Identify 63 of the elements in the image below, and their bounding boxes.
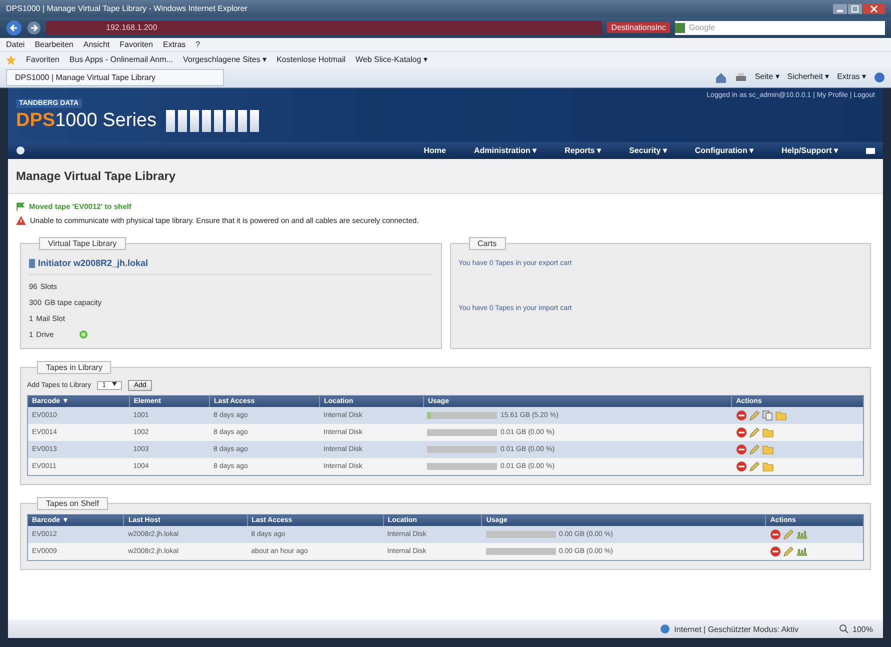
warning-icon bbox=[16, 216, 26, 225]
ok-status-icon bbox=[78, 330, 88, 339]
pencil-icon[interactable] bbox=[782, 529, 794, 540]
zoom-level[interactable]: 100% bbox=[852, 624, 873, 634]
pencil-icon[interactable] bbox=[748, 461, 760, 472]
folder-icon[interactable] bbox=[762, 427, 774, 438]
back-icon[interactable] bbox=[6, 20, 22, 36]
delete-icon[interactable] bbox=[736, 461, 747, 472]
pencil-icon[interactable] bbox=[748, 410, 760, 421]
search-provider[interactable]: DestinationsInc bbox=[607, 22, 670, 33]
delete-icon[interactable] bbox=[770, 529, 781, 540]
address-bar[interactable]: 192.168.1.200 bbox=[46, 20, 602, 34]
pencil-icon[interactable] bbox=[748, 427, 760, 438]
browser-tab[interactable]: DPS1000 | Manage Virtual Tape Library bbox=[6, 68, 224, 86]
panel-legend: Tapes on Shelf bbox=[37, 497, 108, 510]
menu-item[interactable]: Datei bbox=[6, 40, 25, 49]
product-name: DPS1000 Series bbox=[16, 110, 156, 132]
maximize-icon[interactable] bbox=[848, 4, 862, 14]
page-title: Manage Virtual Tape Library bbox=[8, 159, 883, 194]
minimize-icon[interactable] bbox=[833, 4, 847, 14]
home-icon[interactable] bbox=[714, 72, 727, 82]
favorites-link[interactable]: Vorgeschlagene Sites ▾ bbox=[182, 55, 267, 64]
favorites-link[interactable]: Favoriten bbox=[26, 55, 60, 64]
window-title: DPS1000 | Manage Virtual Tape Library - Windows Internet Explorer bbox=[6, 4, 248, 13]
security-zone: Internet | Geschützter Modus: Aktiv bbox=[674, 624, 799, 634]
panel-legend: Carts bbox=[468, 237, 506, 250]
folder-icon[interactable] bbox=[762, 461, 774, 472]
initiator-link[interactable]: Initiator w2008R2_jh.lokal bbox=[38, 258, 148, 268]
delete-icon[interactable] bbox=[736, 427, 747, 438]
shelf-icon[interactable] bbox=[796, 546, 808, 557]
nav-item[interactable]: Administration ▾ bbox=[474, 146, 537, 155]
menu-item[interactable]: ? bbox=[196, 40, 200, 49]
menu-item[interactable]: Favoriten bbox=[120, 40, 153, 49]
flag-icon bbox=[16, 202, 25, 211]
delete-icon[interactable] bbox=[770, 546, 781, 557]
delete-icon[interactable] bbox=[736, 444, 747, 455]
print-icon[interactable] bbox=[734, 72, 747, 82]
menu-item[interactable]: Ansicht bbox=[83, 40, 110, 49]
favorites-link[interactable]: Kostenlose Hotmail bbox=[276, 55, 346, 64]
shelf-icon[interactable] bbox=[796, 529, 808, 540]
copy-icon[interactable] bbox=[762, 410, 773, 421]
nav-item[interactable]: Home bbox=[424, 146, 446, 155]
command-menu[interactable]: Sicherheit ▾ bbox=[787, 72, 830, 82]
panel-legend: Tapes in Library bbox=[37, 361, 112, 374]
favorites-link[interactable]: Bus Apps - Onlinemail Anm... bbox=[69, 55, 173, 64]
panel-legend: Virtual Tape Library bbox=[39, 237, 126, 250]
zoom-icon[interactable] bbox=[838, 624, 849, 634]
command-menu[interactable]: Seite ▾ bbox=[754, 72, 780, 82]
nav-item[interactable]: Configuration ▾ bbox=[694, 146, 754, 155]
menu-item[interactable]: Bearbeiten bbox=[34, 40, 74, 49]
nav-item[interactable]: Reports ▾ bbox=[564, 146, 602, 155]
command-menu[interactable]: Extras ▾ bbox=[837, 72, 866, 82]
pencil-icon[interactable] bbox=[748, 444, 760, 455]
caret-icon bbox=[112, 382, 117, 386]
forward-icon[interactable] bbox=[27, 20, 41, 34]
favorites-link[interactable]: Web Slice-Katalog ▾ bbox=[356, 55, 428, 64]
nav-item[interactable]: Security ▾ bbox=[629, 146, 667, 155]
delete-icon[interactable] bbox=[736, 410, 747, 421]
star-icon[interactable] bbox=[6, 54, 16, 64]
nav-item[interactable]: Help/Support ▾ bbox=[782, 146, 838, 155]
pencil-icon[interactable] bbox=[782, 546, 794, 557]
menu-item[interactable]: Extras bbox=[162, 40, 186, 49]
close-icon[interactable] bbox=[863, 4, 885, 14]
